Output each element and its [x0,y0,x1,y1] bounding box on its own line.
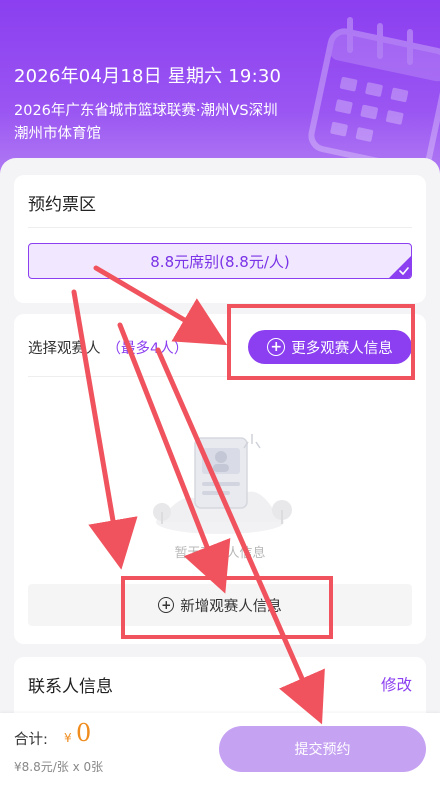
ticket-zone-card: 预约票区 8.8元席别(8.8元/人) [14,175,426,303]
plus-circle-icon: + [158,597,175,613]
audience-label: 选择观赛人 （最多4人） [28,337,188,358]
plus-circle-icon: + [267,338,286,356]
edit-contact-link[interactable]: 修改 [381,673,412,695]
audience-card: 选择观赛人 （最多4人） + 更多观赛人信息 暂无观赛人信息 + 新增观赛人信息 [14,314,426,644]
divider [28,376,412,377]
add-audience-button[interactable]: + 新增观赛人信息 [28,584,412,626]
more-audience-label: 更多观赛人信息 [291,340,393,357]
currency-symbol: ¥ [64,731,72,745]
check-icon [389,256,411,278]
id-card-icon [153,434,292,534]
event-title: 2026年广东省城市篮球联赛·潮州VS深圳 [14,103,278,119]
audience-max-note: （最多4人） [106,341,189,357]
audience-label-text: 选择观赛人 [28,341,101,357]
ticket-zone-title: 预约票区 [28,195,96,215]
event-datetime: 2026年04月18日 星期六 19:30 [14,66,282,87]
submit-reservation-button[interactable]: 提交预约 [219,726,426,772]
more-audience-button[interactable]: + 更多观赛人信息 [248,330,412,364]
empty-state-text: 暂无观赛人信息 [174,546,266,561]
add-audience-label: 新增观赛人信息 [180,598,282,615]
divider [28,227,412,228]
total-amount: 0 [76,719,92,747]
calendar-icon [308,17,440,170]
checkout-bar: 合计: ¥ 0 ¥8.8元/张 x 0张 提交预约 [0,713,440,789]
contact-title: 联系人信息 [28,677,113,697]
price-detail: ¥8.8元/张 x 0张 [14,760,104,774]
event-venue: 潮州市体育馆 [14,126,101,142]
ticket-option-label: 8.8元席别(8.8元/人) [150,252,290,271]
ticket-option-selected[interactable]: 8.8元席别(8.8元/人) [28,243,412,279]
total-label: 合计: [14,732,48,748]
